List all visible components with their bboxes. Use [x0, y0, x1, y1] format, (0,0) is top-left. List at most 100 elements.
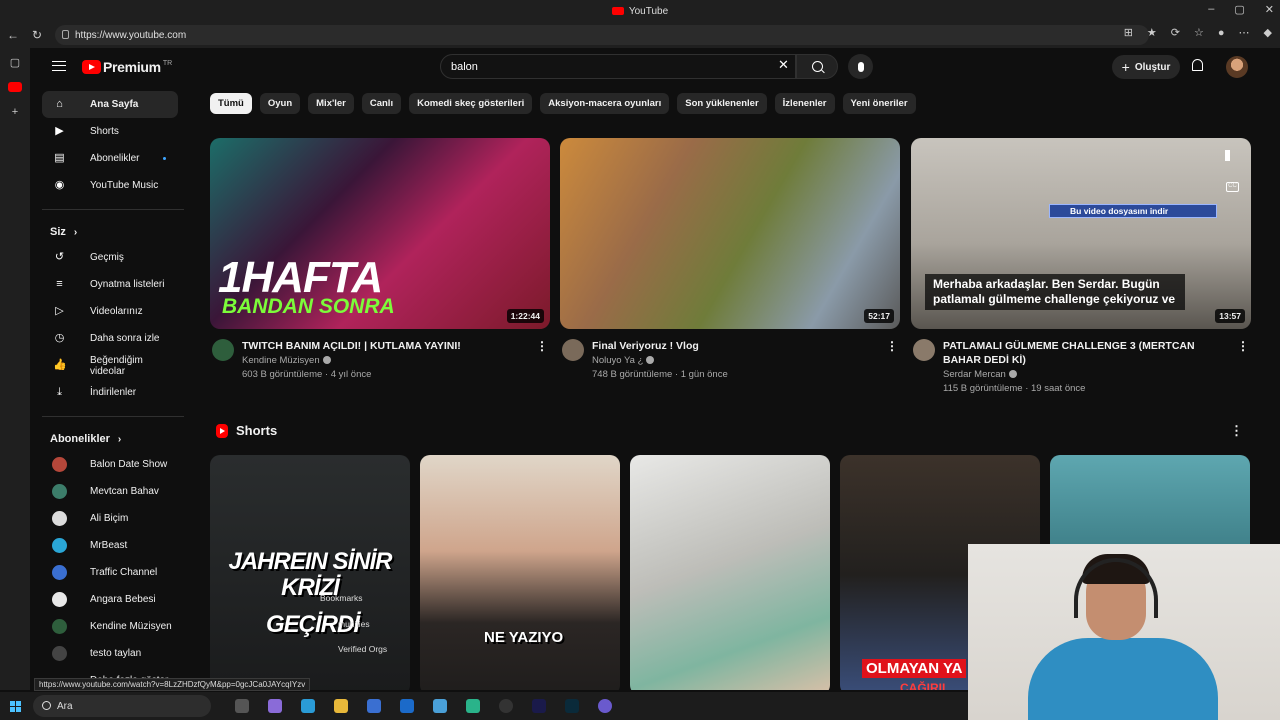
sidebar-item-home[interactable]: ⌂ Ana Sayfa [42, 91, 178, 118]
chip-mixes[interactable]: Mix'ler [308, 93, 354, 114]
clear-search-icon[interactable]: ✕ [778, 57, 789, 73]
sidebar-item-subscriptions[interactable]: ▤ Abonelikler [42, 145, 178, 172]
more-options-icon[interactable]: ⋮ [886, 339, 898, 353]
create-button[interactable]: + Oluştur [1112, 55, 1180, 79]
short-card[interactable] [630, 455, 830, 690]
you-section-header[interactable]: Siz › [34, 220, 186, 244]
video-preview[interactable]: CC Bu video dosyasını indir Merhaba arka… [911, 138, 1251, 329]
notifications-bell-icon[interactable] [1192, 59, 1203, 71]
account-avatar[interactable] [1226, 56, 1248, 78]
sidebar-item-downloads[interactable]: ⤓ İndirilenler [42, 379, 178, 406]
maximize-button[interactable]: ▢ [1234, 3, 1244, 16]
voice-search-button[interactable] [848, 54, 873, 79]
video-card[interactable]: 52:17 Final Veriyoruz ! Vlog Noluyo Ya ¿… [560, 138, 900, 380]
subscription-item[interactable]: Balon Date Show [42, 451, 178, 478]
address-bar[interactable]: https://www.youtube.com [55, 25, 1149, 45]
menu-icon[interactable] [52, 61, 66, 71]
profile-icon[interactable]: ● [1218, 27, 1225, 39]
subscription-item[interactable]: MrBeast [42, 532, 178, 559]
subscription-item[interactable]: Kendine Müzisyen [42, 613, 178, 640]
chip-gaming[interactable]: Oyun [259, 93, 301, 114]
store-icon[interactable] [367, 699, 381, 713]
subscriptions-section-header[interactable]: Abonelikler › [34, 427, 186, 451]
app-available-icon[interactable]: ⊞ [1124, 26, 1133, 39]
channel-avatar[interactable] [913, 339, 935, 361]
more-options-icon[interactable]: ⋮ [536, 339, 548, 353]
short-card[interactable]: NE YAZIYO [420, 455, 620, 690]
sidebar-item-watch-later[interactable]: ◷ Daha sonra izle [42, 325, 178, 352]
video-title[interactable]: Final Veriyoruz ! Vlog [592, 339, 878, 353]
after-effects-icon[interactable] [532, 699, 546, 713]
tab-actions-icon[interactable]: ▢ [0, 50, 30, 74]
more-options-icon[interactable]: ⋮ [1230, 423, 1243, 439]
chip-new-to-you[interactable]: Yeni öneriler [842, 93, 916, 114]
video-thumbnail[interactable]: 1HAFTA BANDAN SONRA 1:22:44 [210, 138, 550, 329]
chip-action-adventure[interactable]: Aksiyon-macera oyunları [540, 93, 670, 114]
chip-live[interactable]: Canlı [361, 93, 402, 114]
app-icon[interactable] [433, 699, 447, 713]
channel-avatar[interactable] [212, 339, 234, 361]
video-card[interactable]: CC Bu video dosyasını indir Merhaba arka… [911, 138, 1251, 394]
close-button[interactable]: ✕ [1265, 3, 1274, 16]
short-card[interactable]: JAHREIN SİNİR KRİZİ Bookmarks GEÇİRDİ mu… [210, 455, 410, 690]
video-title[interactable]: PATLAMALI GÜLMEME CHALLENGE 3 (MERTCAN B… [943, 339, 1229, 367]
video-title[interactable]: TWITCH BANIM AÇILDI! | KUTLAMA YAYINI! [242, 339, 528, 353]
captions-icon[interactable]: CC [1226, 182, 1239, 192]
chip-recently-uploaded[interactable]: Son yüklenenler [677, 93, 767, 114]
channel-avatar[interactable] [562, 339, 584, 361]
youtube-premium-logo[interactable]: Premium TR [82, 59, 172, 75]
more-options-icon[interactable]: ⋮ [1237, 339, 1249, 353]
obs-icon[interactable] [499, 699, 513, 713]
minimize-button[interactable]: – [1208, 3, 1214, 16]
search-input[interactable]: balon [440, 54, 796, 79]
chip-comedy-sketches[interactable]: Komedi skeç gösterileri [409, 93, 533, 114]
channel-name[interactable]: Serdar Mercan [943, 369, 1229, 380]
sidebar-item-playlists[interactable]: ≡ Oynatma listeleri [42, 271, 178, 298]
windows-start-icon[interactable] [10, 700, 21, 712]
sidebar-item-history[interactable]: ↺ Geçmiş [42, 244, 178, 271]
file-explorer-icon[interactable] [334, 699, 348, 713]
favorite-star-icon[interactable]: ★ [1147, 26, 1157, 39]
app-icon[interactable] [466, 699, 480, 713]
sidebar-item-music[interactable]: ◉ YouTube Music [42, 172, 178, 199]
video-thumbnail[interactable]: 52:17 [560, 138, 900, 329]
copilot-icon[interactable]: ◆ [1264, 26, 1272, 39]
chip-all[interactable]: Tümü [210, 93, 252, 114]
subscription-item[interactable]: Mevtcan Bahav [42, 478, 178, 505]
taskbar-search[interactable]: Ara [33, 695, 211, 717]
channel-name-text: Kendine Müzisyen [242, 355, 320, 366]
download-video-badge[interactable]: Bu video dosyasını indir [1049, 204, 1217, 218]
search-button[interactable] [796, 54, 838, 79]
channel-name: testo taylan [90, 648, 142, 659]
youtube-vertical-tab-icon[interactable] [8, 82, 22, 92]
sidebar-item-label: Shorts [90, 126, 119, 137]
more-menu-icon[interactable]: ⋯ [1239, 26, 1250, 39]
channel-name[interactable]: Noluyo Ya ¿ [592, 355, 878, 366]
refresh-icon[interactable]: ↻ [26, 24, 48, 46]
copilot-taskbar-icon[interactable] [268, 699, 282, 713]
channel-name[interactable]: Kendine Müzisyen [242, 355, 528, 366]
sidebar-item-your-videos[interactable]: ▷ Videolarınız [42, 298, 178, 325]
mute-icon[interactable] [1225, 150, 1239, 161]
sidebar-item-liked[interactable]: 👍 Beğendiğim videolar [42, 352, 178, 379]
subscription-item[interactable]: Traffic Channel [42, 559, 178, 586]
webcam-overlay [968, 544, 1280, 720]
collections-icon[interactable]: ☆ [1194, 26, 1204, 39]
video-card[interactable]: 1HAFTA BANDAN SONRA 1:22:44 TWITCH BANIM… [210, 138, 550, 380]
new-tab-icon[interactable]: + [0, 100, 30, 124]
subscription-item[interactable]: Ali Biçim [42, 505, 178, 532]
sidebar-item-shorts[interactable]: ▶ Shorts [42, 118, 178, 145]
chip-watched[interactable]: İzlenenler [774, 93, 835, 114]
channel-name: Kendine Müzisyen [90, 621, 172, 632]
subscription-item[interactable]: testo taylan [42, 640, 178, 667]
subscription-item[interactable]: Angara Bebesi [42, 586, 178, 613]
clock-icon: ◷ [54, 332, 65, 344]
extensions-icon[interactable]: ⟳ [1171, 26, 1180, 39]
back-icon[interactable]: ← [2, 24, 24, 46]
shorts-shelf-header: Shorts [216, 423, 277, 438]
audition-icon[interactable] [565, 699, 579, 713]
task-view-icon[interactable] [235, 699, 249, 713]
edge-taskbar-icon[interactable] [301, 699, 315, 713]
outlook-icon[interactable] [400, 699, 414, 713]
app-icon[interactable] [598, 699, 612, 713]
